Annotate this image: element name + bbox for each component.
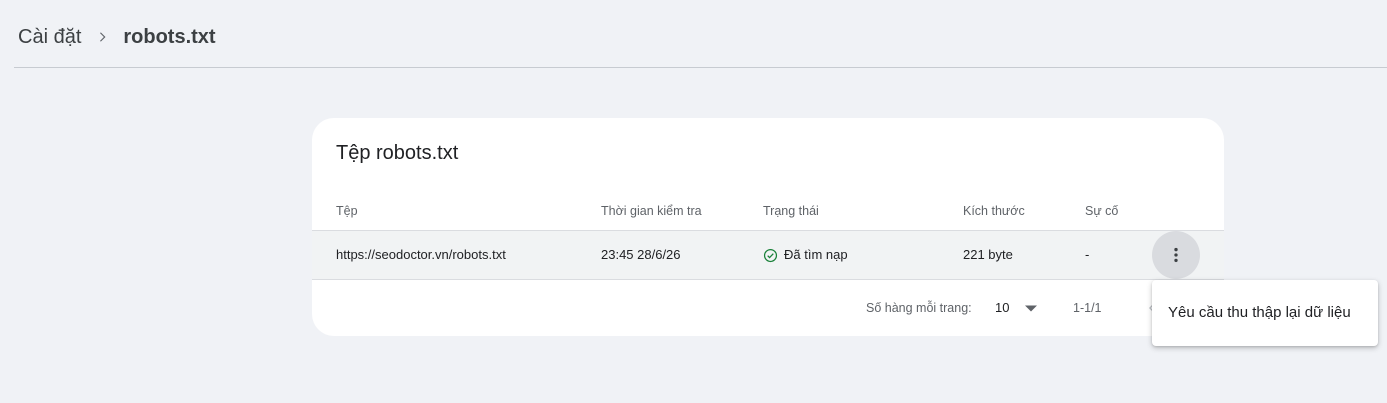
cell-size: 221 byte [963, 247, 1013, 262]
cell-issues: - [1085, 247, 1090, 262]
column-header-check-time[interactable]: Thời gian kiểm tra [601, 203, 702, 219]
row-divider-line [312, 279, 1224, 280]
robots-files-card: Tệp robots.txt Tệp Thời gian kiểm tra Tr… [312, 118, 1224, 336]
chevron-right-icon [95, 30, 109, 44]
arrow-drop-down-icon [1025, 304, 1038, 312]
breadcrumb-settings-link[interactable]: Cài đặt [18, 24, 81, 50]
card-title: Tệp robots.txt [336, 142, 459, 164]
column-header-size[interactable]: Kích thước [963, 203, 1025, 219]
column-header-status[interactable]: Trạng thái [763, 203, 819, 219]
rows-per-page-label: Số hàng mỗi trang: [866, 301, 972, 315]
more-vert-icon [1166, 245, 1186, 265]
row-more-options-button[interactable] [1152, 231, 1200, 279]
menu-item-request-recrawl[interactable]: Yêu cầu thu thập lại dữ liệu [1152, 288, 1378, 336]
row-options-menu: Yêu cầu thu thập lại dữ liệu [1152, 280, 1378, 346]
rows-per-page-select[interactable]: 10 [995, 298, 1038, 318]
top-bar: Cài đặt robots.txt [0, 0, 1387, 68]
status-text: Đã tìm nạp [784, 247, 848, 262]
page-title: robots.txt [123, 26, 216, 48]
breadcrumb: Cài đặt robots.txt [18, 24, 216, 50]
cell-check-time: 23:45 28/6/26 [601, 247, 681, 262]
cell-status: Đã tìm nạp [763, 247, 848, 263]
column-header-issues[interactable]: Sự cố [1085, 203, 1118, 219]
cell-file-url[interactable]: https://seodoctor.vn/robots.txt [336, 247, 506, 263]
pagination-range: 1-1/1 [1073, 301, 1102, 315]
check-circle-icon [763, 248, 784, 263]
header-divider [14, 67, 1387, 68]
column-header-file[interactable]: Tệp [336, 203, 358, 219]
rows-per-page-value: 10 [995, 300, 1010, 315]
